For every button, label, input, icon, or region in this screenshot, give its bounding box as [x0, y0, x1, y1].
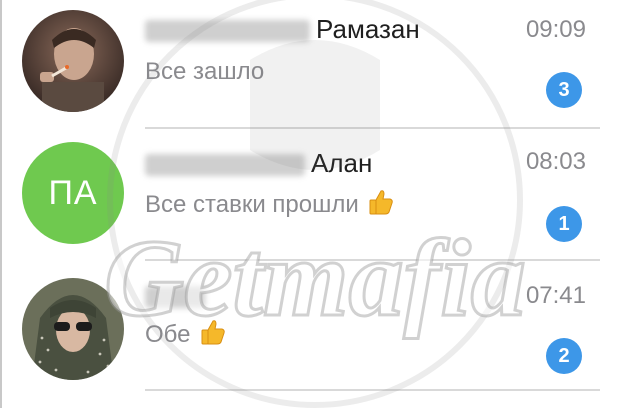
chat-name: Рамазан — [145, 14, 420, 45]
avatar — [22, 278, 124, 380]
chat-row[interactable]: Рамазан 09:09 Все зашло 3 — [0, 0, 620, 128]
timestamp: 07:41 — [525, 282, 586, 309]
timestamp: 09:09 — [525, 16, 586, 43]
divider — [145, 259, 600, 261]
redacted-name — [145, 20, 310, 43]
chat-row[interactable]: ПА Алан 08:03 Все ставки прошли 1 — [0, 130, 620, 258]
chat-list: Рамазан 09:09 Все зашло 3 ПА Алан 08:03 … — [0, 0, 620, 408]
thumbs-up-icon — [369, 190, 393, 215]
chat-name: Алан — [145, 148, 372, 179]
redacted-name — [145, 154, 305, 177]
last-message: Все ставки прошли — [145, 188, 395, 219]
last-message: Все зашло — [145, 58, 265, 85]
unread-count-badge: 2 — [546, 338, 582, 374]
thumbs-up-icon — [201, 320, 225, 345]
divider — [145, 127, 600, 129]
unread-count-badge: 3 — [546, 72, 582, 108]
chat-row[interactable]: 07:41 Обе 2 — [0, 262, 620, 390]
redacted-name — [145, 286, 205, 309]
avatar-initials: ПА — [22, 142, 124, 244]
timestamp: 08:03 — [525, 148, 586, 175]
unread-count-badge: 1 — [546, 206, 582, 242]
chat-name — [145, 280, 211, 311]
divider — [145, 389, 600, 391]
avatar — [22, 10, 124, 112]
last-message: Обе — [145, 318, 227, 349]
